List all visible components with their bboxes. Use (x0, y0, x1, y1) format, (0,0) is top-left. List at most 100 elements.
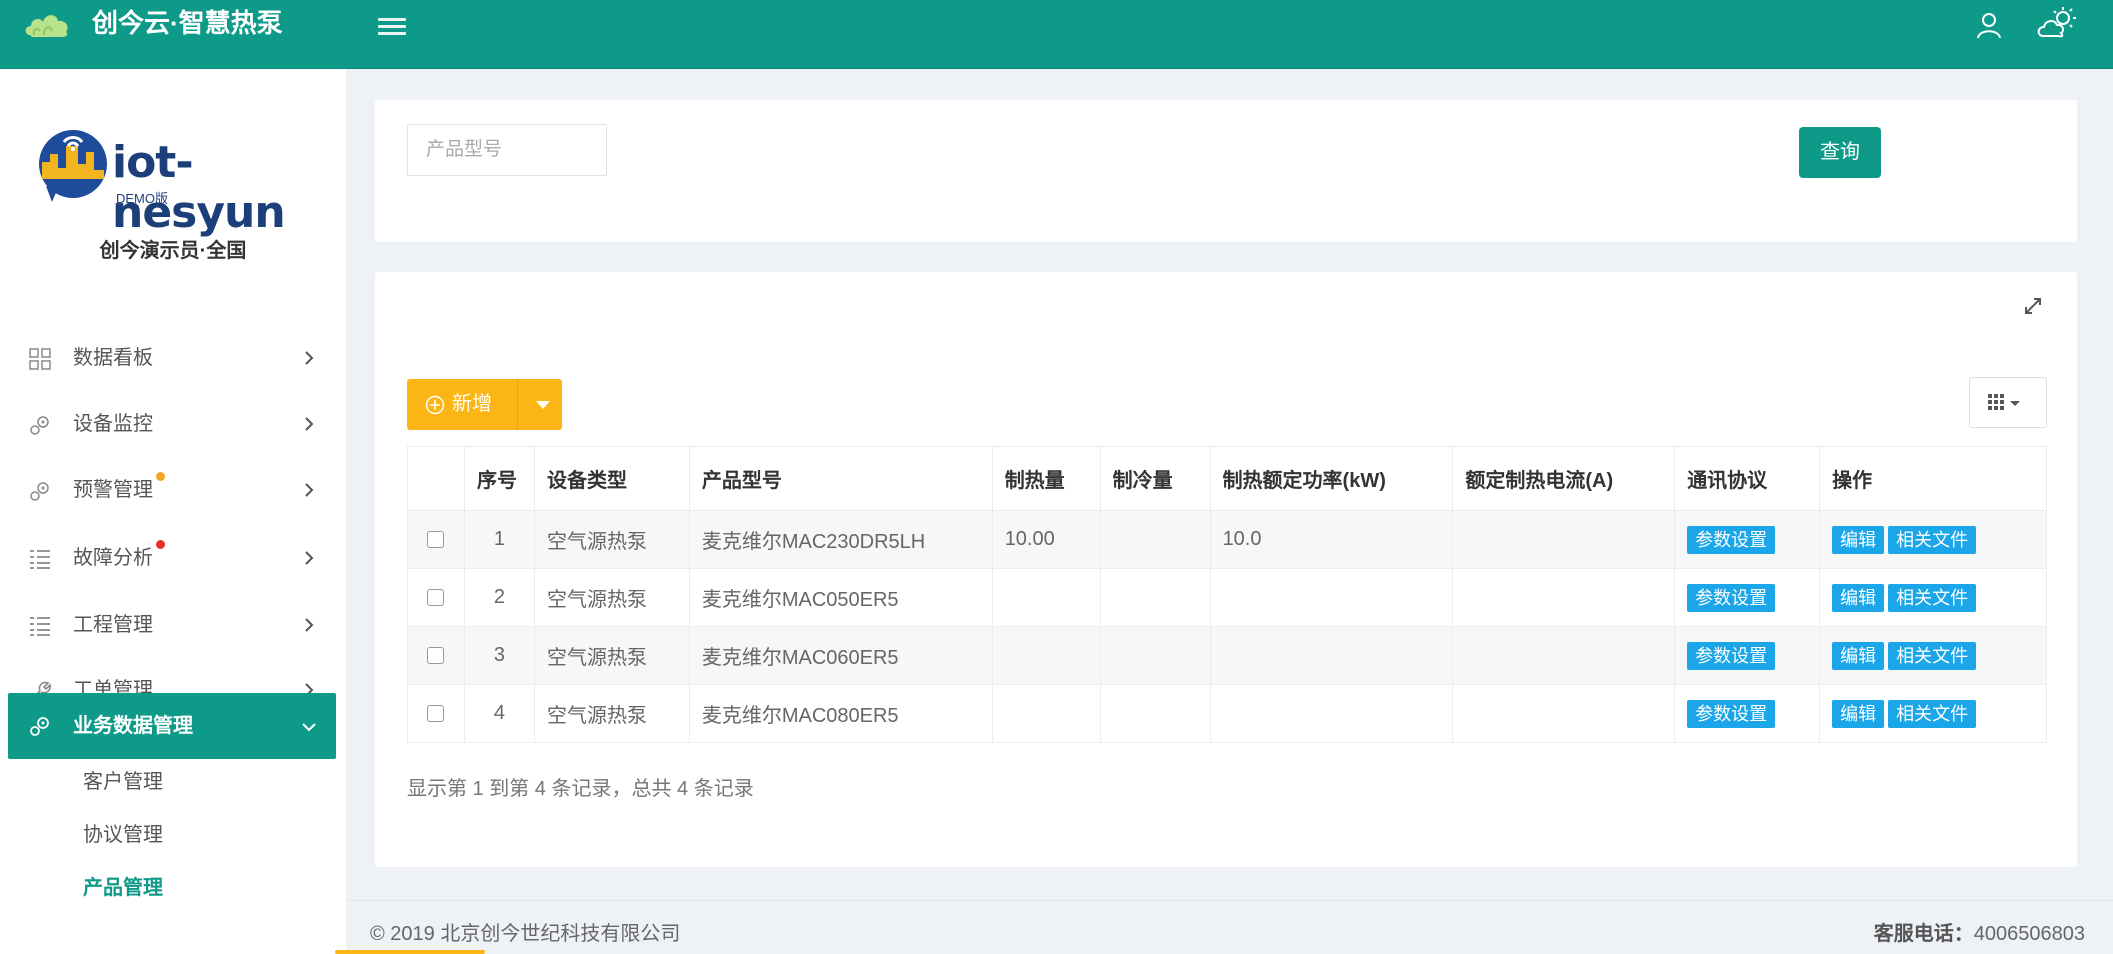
table-header[interactable]: 额定制热电流(A) (1452, 446, 1676, 511)
chevron-right-icon (305, 551, 314, 565)
hotline-label: 客服电话： (1873, 923, 1974, 945)
notification-dot (156, 540, 165, 549)
top-navbar: 创今云·智慧热泵 (0, 0, 2113, 69)
table-header[interactable]: 通讯协议 (1674, 446, 1821, 511)
footer: © 2019 北京创今世纪科技有限公司 客服电话：4006506803 (346, 900, 2113, 954)
table-header[interactable]: 制冷量 (1099, 446, 1211, 511)
sidebar-item-label: 故障分析 (73, 547, 153, 569)
related-files-button[interactable]: 相关文件 (1888, 641, 1977, 670)
sidebar-subitem-customers[interactable]: 客户管理 (83, 768, 163, 796)
list-icon (30, 550, 50, 569)
row-index: 4 (463, 684, 535, 743)
parameter-settings-button[interactable]: 参数设置 (1687, 699, 1776, 728)
row-heating (991, 626, 1101, 685)
sidebar: iot-nesyun DEMO版 创今演示员·全国 数据看板 设备监控 预警管理… (0, 69, 346, 917)
table-row[interactable]: 1 空气源热泵 麦克维尔MAC230DR5LH 10.00 10.0 参数设置 … (407, 510, 2047, 569)
chevron-right-icon (305, 351, 314, 365)
pagination-summary: 显示第 1 到第 4 条记录，总共 4 条记录 (407, 778, 754, 800)
row-power (1209, 626, 1454, 685)
row-index: 2 (463, 568, 535, 627)
sidebar-item-alerts[interactable]: 预警管理 (8, 459, 336, 521)
table-header[interactable]: 产品型号 (688, 446, 993, 511)
parameter-settings-button[interactable]: 参数设置 (1687, 583, 1776, 612)
row-product-model: 麦克维尔MAC230DR5LH (688, 510, 993, 569)
row-device-type: 空气源热泵 (533, 510, 690, 569)
edit-button[interactable]: 编辑 (1832, 641, 1885, 670)
brand-edition: DEMO版 (116, 191, 169, 206)
table-row[interactable]: 3 空气源热泵 麦克维尔MAC060ER5 参数设置 编辑 相关文件 (407, 626, 2047, 685)
notification-dot (156, 472, 165, 481)
gears-icon (30, 717, 49, 736)
row-device-type: 空气源热泵 (533, 568, 690, 627)
sidebar-item-business-data[interactable]: 业务数据管理 (8, 693, 336, 759)
table-header[interactable]: 设备类型 (533, 446, 690, 511)
table-header[interactable]: 制热额定功率(kW) (1209, 446, 1454, 511)
table-header (407, 446, 465, 511)
sidebar-item-projects[interactable]: 工程管理 (8, 594, 336, 656)
row-index: 1 (463, 510, 535, 569)
row-checkbox[interactable] (427, 589, 445, 607)
chevron-right-icon (305, 417, 314, 431)
edit-button[interactable]: 编辑 (1832, 583, 1885, 612)
table-header-row: 序号 设备类型 产品型号 制热量 制冷量 制热额定功率(kW) 额定制热电流(A… (407, 446, 2047, 511)
parameter-settings-button[interactable]: 参数设置 (1687, 525, 1776, 554)
row-product-model: 麦克维尔MAC050ER5 (688, 568, 993, 627)
columns-toggle-button[interactable] (1969, 377, 2047, 428)
edit-button[interactable]: 编辑 (1832, 699, 1885, 728)
sidebar-item-label: 设备监控 (73, 413, 153, 435)
sidebar-subitem-protocols[interactable]: 协议管理 (83, 821, 163, 849)
button-divider (517, 379, 518, 430)
row-checkbox[interactable] (427, 705, 445, 723)
table-row[interactable]: 2 空气源热泵 麦克维尔MAC050ER5 参数设置 编辑 相关文件 (407, 568, 2047, 627)
dashboard-grid-icon (29, 348, 51, 370)
chevron-down-icon (302, 723, 316, 732)
query-button[interactable]: 查询 (1799, 127, 1881, 178)
scrollbar[interactable] (335, 950, 485, 954)
related-files-button[interactable]: 相关文件 (1888, 525, 1977, 554)
product-model-search-input[interactable]: 产品型号 (407, 124, 607, 176)
row-cooling (1099, 684, 1211, 743)
row-heating (991, 684, 1101, 743)
row-cooling (1099, 510, 1211, 569)
sidebar-item-label: 数据看板 (73, 347, 153, 369)
table-header[interactable]: 序号 (463, 446, 535, 511)
iot-city-logo-icon (39, 130, 107, 202)
table-row[interactable]: 4 空气源热泵 麦克维尔MAC080ER5 参数设置 编辑 相关文件 (407, 684, 2047, 743)
sidebar-subitem-products[interactable]: 产品管理 (83, 874, 163, 902)
row-product-model: 麦克维尔MAC060ER5 (688, 626, 993, 685)
edit-button[interactable]: 编辑 (1832, 525, 1885, 554)
gears-icon (30, 416, 49, 435)
chevron-right-icon (305, 618, 314, 632)
app-title: 创今云·智慧热泵 (92, 8, 283, 38)
row-cooling (1099, 568, 1211, 627)
row-heating: 10.00 (991, 510, 1101, 569)
sidebar-item-dashboard[interactable]: 数据看板 (8, 327, 336, 389)
related-files-button[interactable]: 相关文件 (1888, 583, 1977, 612)
add-button[interactable]: 新增 (407, 379, 562, 430)
menu-toggle-icon[interactable] (378, 14, 406, 38)
sidebar-item-fault-analysis[interactable]: 故障分析 (8, 527, 336, 589)
user-icon[interactable] (1975, 11, 2003, 39)
row-current (1452, 626, 1676, 685)
related-files-button[interactable]: 相关文件 (1888, 699, 1977, 728)
row-device-type: 空气源热泵 (533, 626, 690, 685)
sidebar-item-label: 工程管理 (73, 614, 153, 636)
sidebar-item-device-monitor[interactable]: 设备监控 (8, 393, 336, 455)
dropdown-caret-icon[interactable] (536, 401, 550, 409)
row-current (1452, 510, 1676, 569)
plus-circle-icon (425, 395, 445, 415)
row-cooling (1099, 626, 1211, 685)
grid-columns-icon (1988, 394, 2020, 410)
row-checkbox[interactable] (427, 647, 445, 665)
weather-icon[interactable] (2037, 6, 2077, 40)
sidebar-item-label: 预警管理 (73, 479, 153, 501)
parameter-settings-button[interactable]: 参数设置 (1687, 641, 1776, 670)
row-current (1452, 568, 1676, 627)
table-header[interactable]: 制热量 (991, 446, 1101, 511)
cloud-logo-icon (25, 15, 68, 37)
hotline-number: 4006506803 (1973, 923, 2085, 945)
table-header: 操作 (1819, 446, 2047, 511)
row-power (1209, 684, 1454, 743)
row-checkbox[interactable] (427, 531, 445, 549)
fullscreen-expand-icon[interactable] (2022, 295, 2044, 317)
